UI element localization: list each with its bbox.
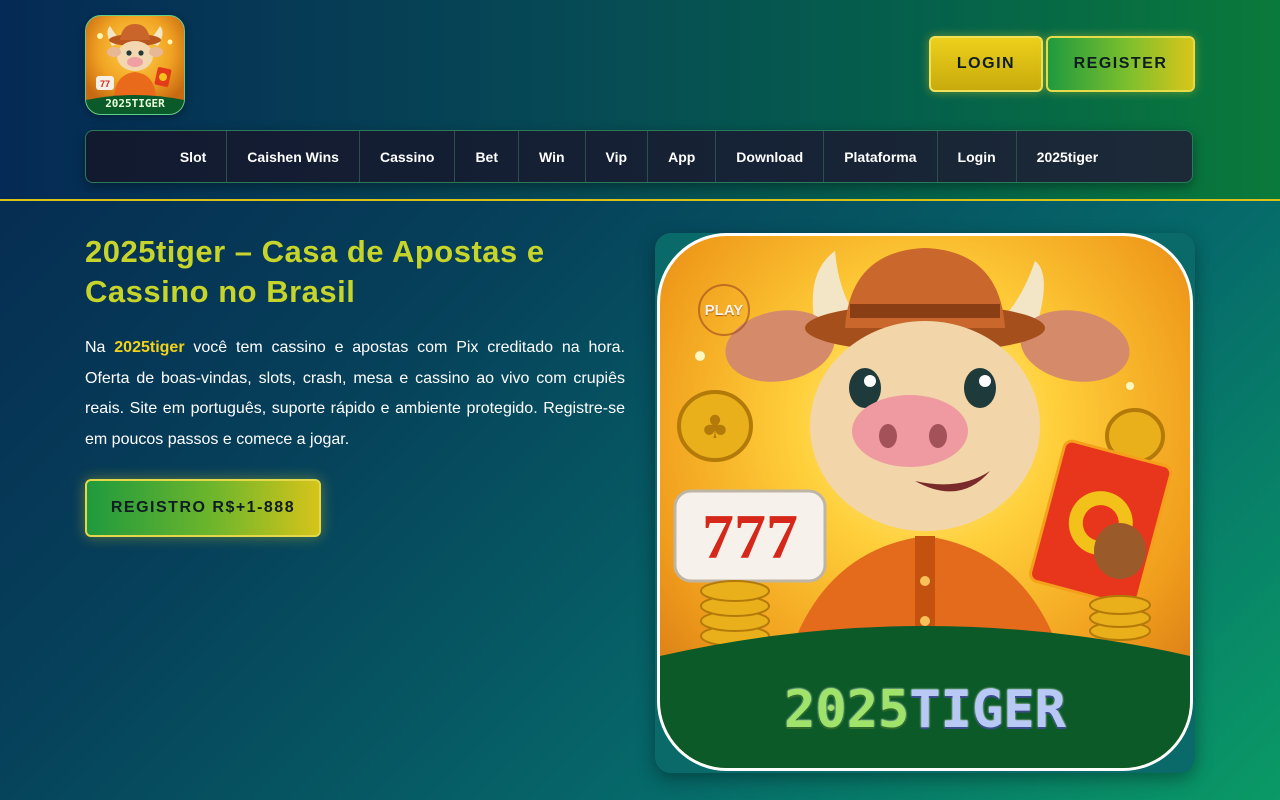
hero-text-prefix: Na [85,339,115,356]
page-title: 2025tiger – Casa de Apostas e Cassino no… [85,234,545,309]
brand-highlight: 2025tiger [114,339,185,356]
hero-description: Na 2025tiger você tem cassino e apostas … [85,333,625,455]
logo-wordmark: 2025TIGER [105,97,165,110]
site-header: 77 2025TIGER LOGIN REGISTER Slot Caishen… [0,0,1280,201]
svg-text:♣: ♣ [701,408,730,446]
play-mark-icon: PLAY [698,284,750,336]
nav-item-login[interactable]: Login [938,131,1017,182]
nav-item-vip[interactable]: Vip [586,131,649,182]
nav-item-bet[interactable]: Bet [455,131,519,182]
nav-item-2025tiger[interactable]: 2025tiger [1017,131,1118,182]
login-button[interactable]: LOGIN [929,36,1043,92]
main-nav: Slot Caishen Wins Cassino Bet Win Vip Ap… [85,130,1193,183]
nav-item-plataforma[interactable]: Plataforma [824,131,938,182]
hero-wordmark-part1: 2025 [784,680,910,740]
hero-wordmark: 2025TIGER [660,680,1190,740]
svg-text:777: 777 [702,501,798,572]
nav-item-win[interactable]: Win [519,131,586,182]
register-cta-button[interactable]: REGISTRO R$+1-888 [85,479,321,537]
nav-item-app[interactable]: App [648,131,717,182]
nav-item-slot[interactable]: Slot [160,131,228,182]
nav-item-download[interactable]: Download [716,131,825,182]
auth-buttons: LOGIN REGISTER [929,36,1195,92]
nav-item-cassino[interactable]: Cassino [360,131,456,182]
site-logo[interactable]: 77 2025TIGER [85,15,185,115]
svg-text:77: 77 [100,79,110,89]
hero-wordmark-part2: TIGER [909,680,1066,740]
hero-image-frame: ♣ 777 PLAY 2025TIGER [655,233,1195,773]
register-button[interactable]: REGISTER [1046,36,1195,92]
mascot-illustration[interactable]: ♣ 777 PLAY 2025TIGER [657,233,1193,771]
nav-item-caishen-wins[interactable]: Caishen Wins [227,131,360,182]
